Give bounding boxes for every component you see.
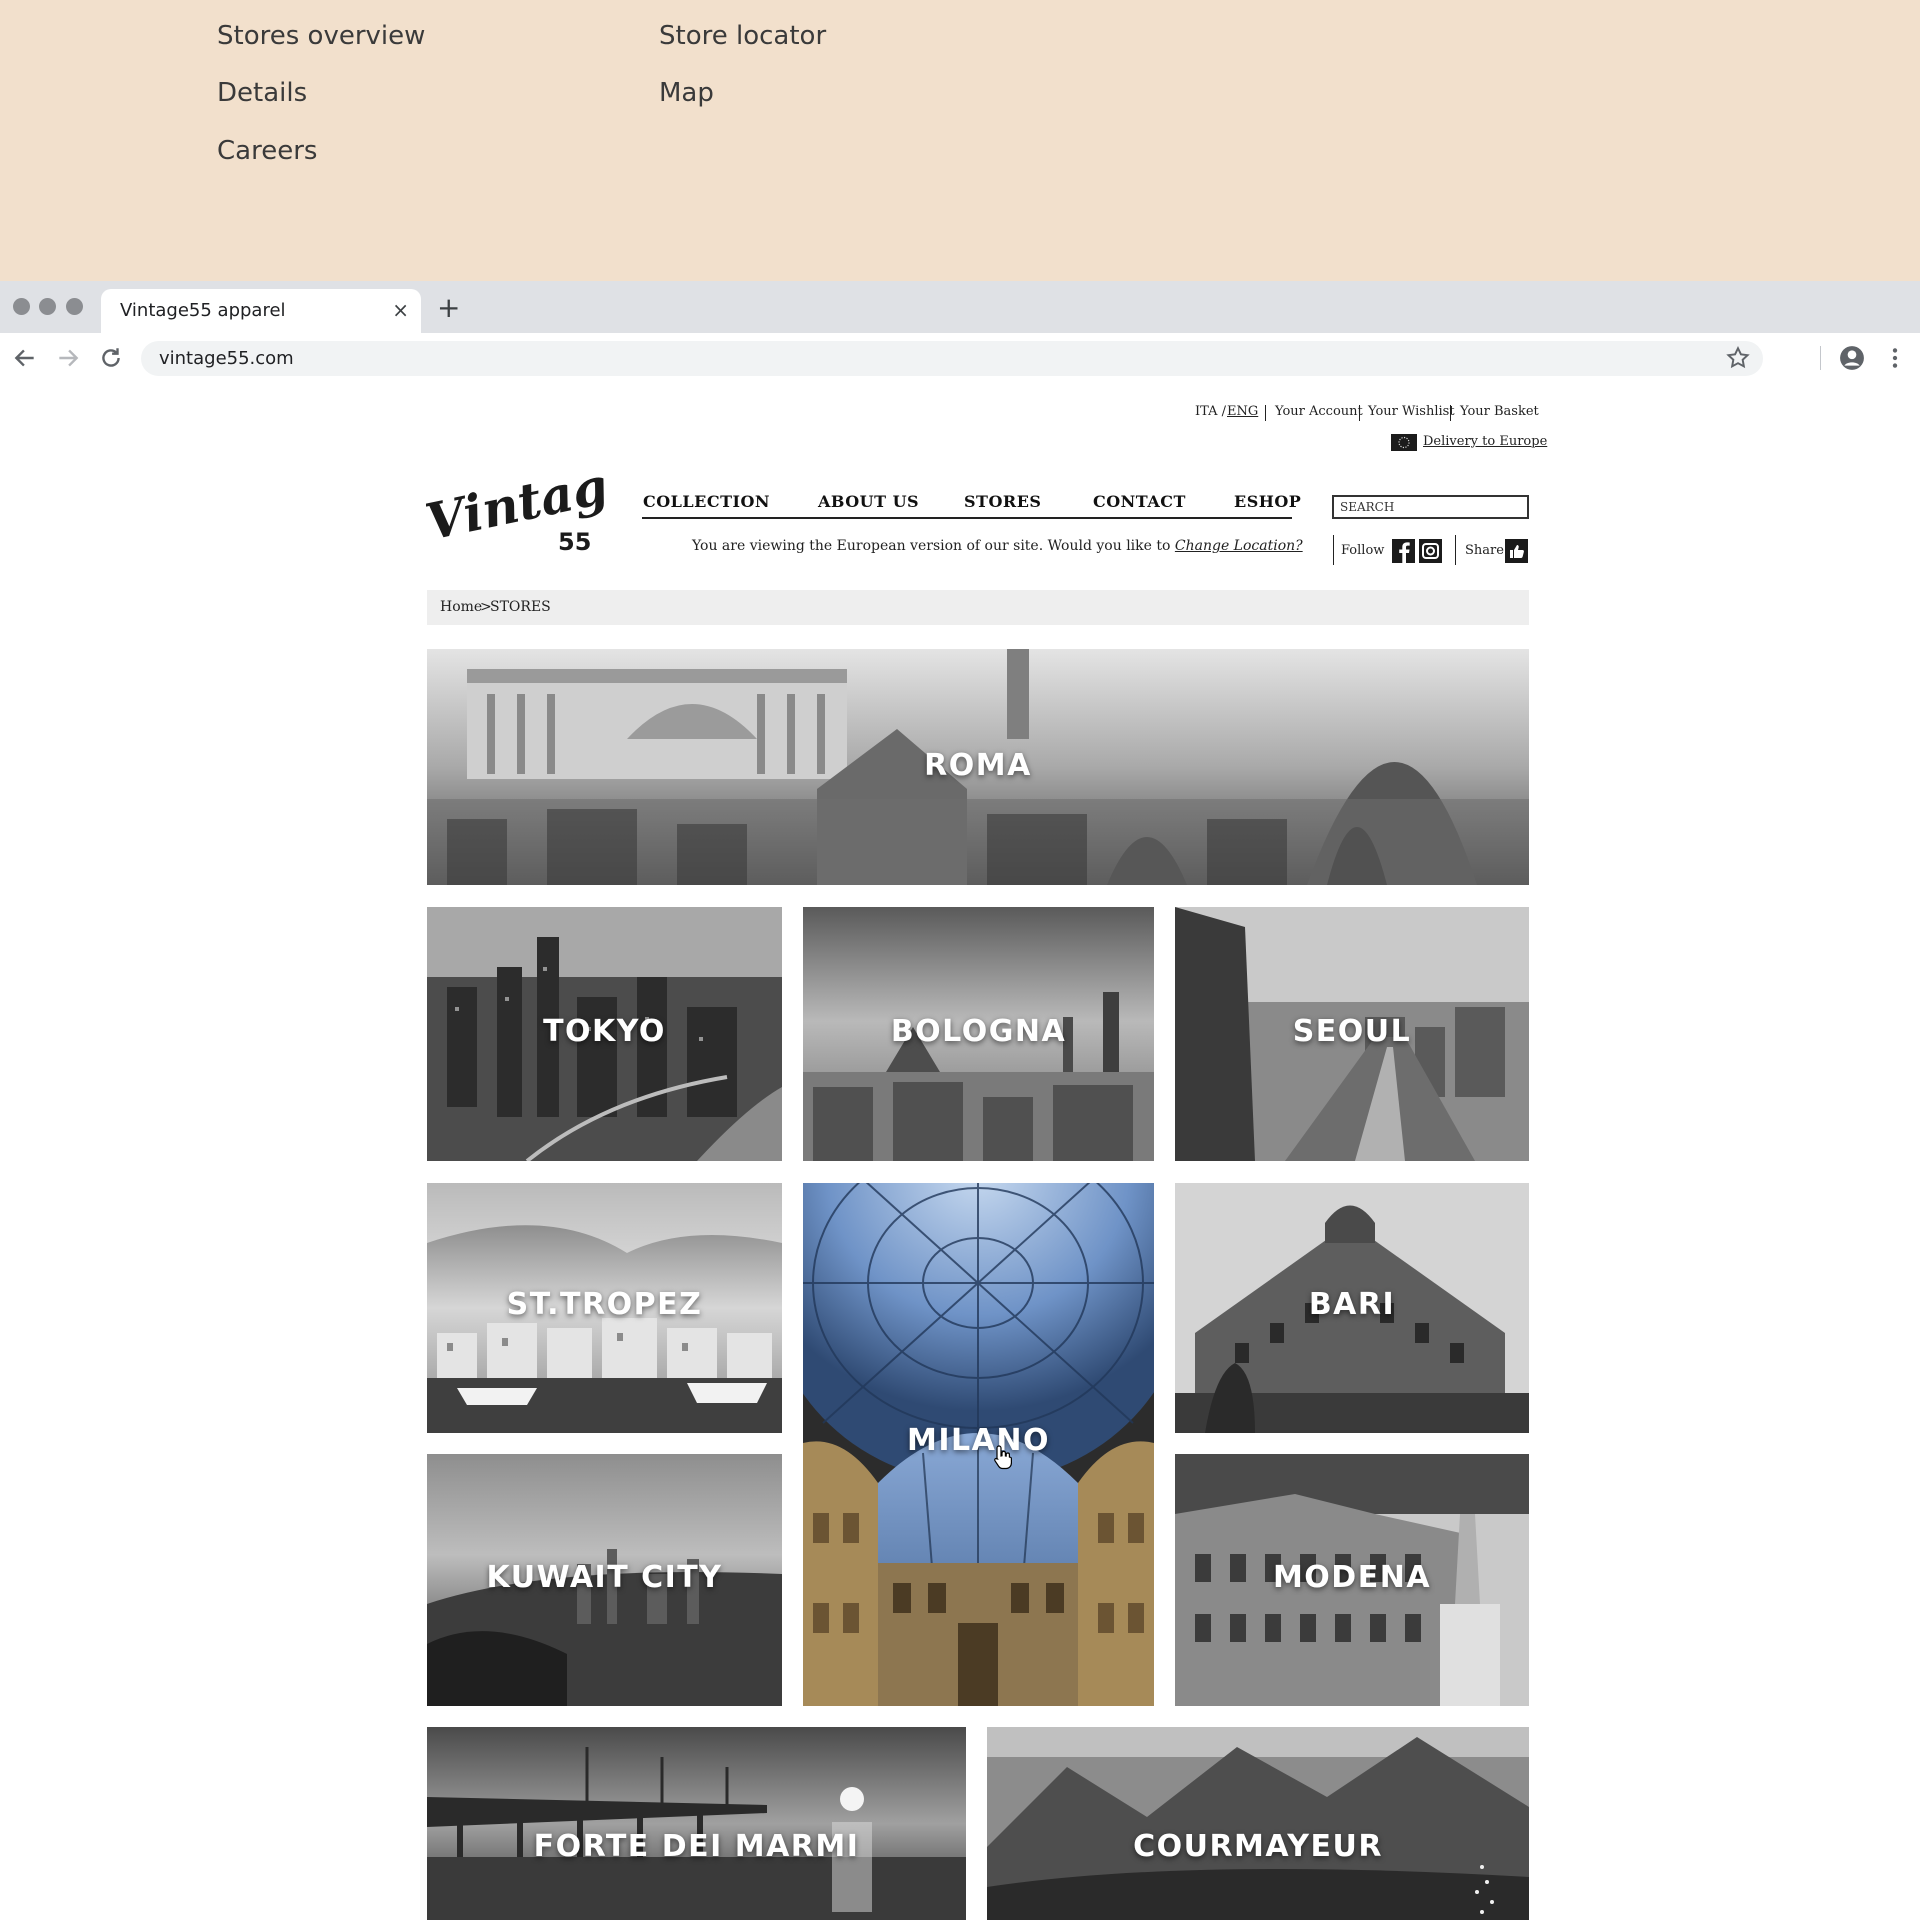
stores-overview-link[interactable]: Stores overview (217, 21, 425, 51)
store-locator-link[interactable]: Store locator (659, 21, 826, 51)
facebook-icon[interactable] (1392, 539, 1415, 563)
util-divider (1359, 405, 1360, 421)
lang-eng-link[interactable]: ENG (1227, 404, 1258, 419)
forward-arrow-icon[interactable] (55, 345, 81, 371)
window-close-dot[interactable] (13, 298, 30, 315)
store-name: MILANO (907, 1423, 1050, 1458)
tab-close-icon[interactable]: × (392, 298, 409, 322)
breadcrumb-current: STORES (490, 599, 551, 615)
nav-eshop[interactable]: ESHOP (1234, 492, 1301, 511)
profile-icon[interactable] (1839, 345, 1865, 371)
lang-ita-link[interactable]: ITA / (1195, 404, 1226, 419)
toolbar-divider (1820, 346, 1821, 370)
share-label: Share (1465, 543, 1504, 558)
careers-link[interactable]: Careers (217, 136, 317, 166)
browser-tab[interactable]: Vintage55 apparel × (101, 289, 421, 333)
vintage55-logo[interactable]: Vintage 55 (424, 470, 604, 552)
follow-label: Follow (1341, 543, 1385, 558)
thumbs-up-icon[interactable] (1505, 539, 1528, 563)
location-notice: You are viewing the European version of … (692, 538, 1303, 554)
annotation-area: Stores overview Store locator Details Ma… (0, 0, 1920, 281)
store-tile-bologna[interactable]: BOLOGNA (803, 907, 1154, 1161)
store-name: BOLOGNA (890, 1014, 1067, 1049)
store-name: ST.TROPEZ (506, 1287, 703, 1322)
store-tile-kuwait-city[interactable]: KUWAIT CITY (427, 1454, 782, 1706)
hand-pointer-icon (994, 1445, 1012, 1470)
nav-collection[interactable]: COLLECTION (643, 492, 770, 511)
your-basket-link[interactable]: Your Basket (1460, 404, 1539, 419)
store-tile-st-tropez[interactable]: ST.TROPEZ (427, 1183, 782, 1433)
map-link[interactable]: Map (659, 78, 714, 108)
nav-stores[interactable]: STORES (964, 492, 1041, 511)
breadcrumb: Home > STORES (427, 590, 1529, 625)
forte-dei-marmi-photo (427, 1727, 966, 1920)
tab-title: Vintage55 apparel (120, 300, 286, 321)
url-text: vintage55.com (159, 348, 294, 369)
address-bar[interactable]: vintage55.com (141, 341, 1763, 376)
menu-kebab-icon[interactable] (1882, 345, 1908, 371)
nav-contact[interactable]: CONTACT (1093, 492, 1186, 511)
nav-about-us[interactable]: ABOUT US (818, 492, 919, 511)
store-name: COURMAYEUR (1133, 1829, 1383, 1864)
store-tile-forte-dei-marmi[interactable]: FORTE DEI MARMI (427, 1727, 966, 1920)
util-divider (1265, 405, 1266, 421)
location-notice-text: You are viewing the European version of … (692, 538, 1171, 554)
social-divider (1455, 535, 1456, 565)
store-tile-courmayeur[interactable]: COURMAYEUR (987, 1727, 1529, 1920)
new-tab-icon[interactable]: + (437, 293, 460, 323)
courmayeur-photo (987, 1727, 1529, 1920)
your-account-link[interactable]: Your Account (1275, 404, 1363, 419)
window-minimize-dot[interactable] (39, 298, 56, 315)
details-link[interactable]: Details (217, 78, 307, 108)
store-tile-bari[interactable]: BARI (1175, 1183, 1529, 1433)
store-name: TOKYO (543, 1014, 666, 1049)
bookmark-star-icon[interactable] (1725, 345, 1751, 371)
store-name: SEOUL (1292, 1014, 1412, 1049)
store-tile-tokyo[interactable]: TOKYO (427, 907, 782, 1161)
reload-icon[interactable] (98, 345, 124, 371)
store-tile-roma[interactable]: ROMA (427, 649, 1529, 885)
social-divider (1333, 535, 1334, 565)
store-name: ROMA (924, 748, 1032, 783)
store-name: BARI (1308, 1287, 1396, 1322)
change-location-link[interactable]: Change Location? (1175, 538, 1303, 554)
delivery-to-europe-link[interactable]: Delivery to Europe (1423, 434, 1547, 449)
instagram-icon[interactable] (1419, 539, 1442, 563)
store-name: MODENA (1272, 1560, 1432, 1595)
store-tile-modena[interactable]: MODENA (1175, 1454, 1529, 1706)
store-name: FORTE DEI MARMI (533, 1829, 860, 1864)
window-maximize-dot[interactable] (66, 298, 83, 315)
nav-underline (642, 517, 1292, 519)
store-tile-milano[interactable]: MILANO (803, 1183, 1154, 1706)
eu-flag-icon (1391, 434, 1417, 451)
your-wishlist-link[interactable]: Your Wishlist (1368, 404, 1455, 419)
search-input[interactable] (1332, 495, 1529, 519)
store-name: KUWAIT CITY (486, 1560, 723, 1595)
util-divider (1450, 405, 1451, 421)
svg-text:55: 55 (558, 528, 591, 552)
breadcrumb-home[interactable]: Home (440, 599, 482, 615)
store-tile-seoul[interactable]: SEOUL (1175, 907, 1529, 1161)
back-arrow-icon[interactable] (12, 345, 38, 371)
